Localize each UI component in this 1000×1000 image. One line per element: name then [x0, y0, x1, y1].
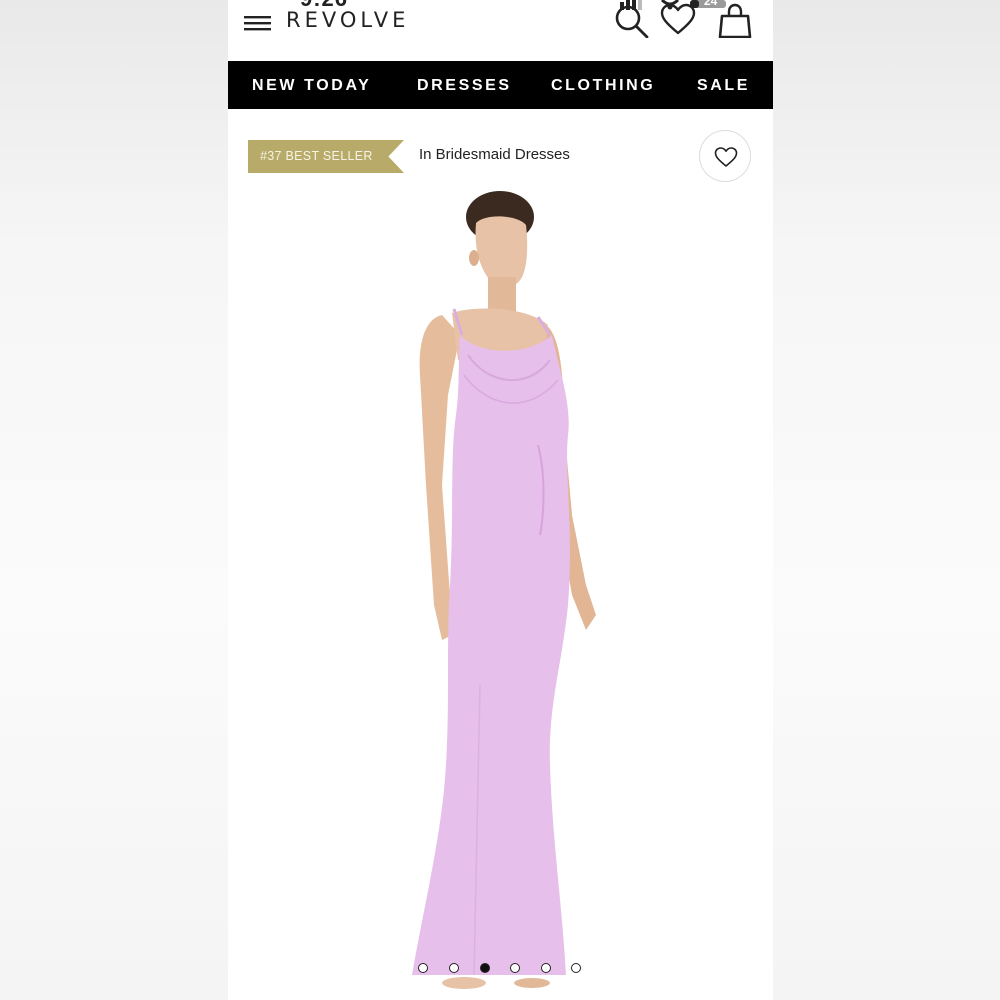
- shopping-bag-icon[interactable]: [718, 2, 752, 38]
- nav-item-new-today[interactable]: NEW TODAY: [252, 61, 371, 109]
- product-image[interactable]: [228, 185, 773, 1000]
- category-nav: NEW TODAY DRESSES CLOTHING SALE: [228, 61, 773, 109]
- best-seller-category[interactable]: In Bridesmaid Dresses: [419, 146, 570, 163]
- carousel-dot[interactable]: [510, 963, 520, 973]
- carousel-dot-active[interactable]: [480, 963, 490, 973]
- carousel-dot[interactable]: [571, 963, 581, 973]
- heart-icon: [714, 147, 738, 167]
- best-seller-badge: #37 BEST SELLER: [248, 140, 404, 173]
- carousel-dot[interactable]: [449, 963, 459, 973]
- nav-item-dresses[interactable]: DRESSES: [417, 61, 512, 109]
- menu-icon[interactable]: [244, 14, 272, 32]
- add-to-wishlist-button[interactable]: [699, 130, 751, 182]
- heart-icon[interactable]: [660, 2, 696, 36]
- nav-item-sale[interactable]: SALE: [697, 61, 750, 109]
- search-icon[interactable]: [614, 2, 650, 38]
- nav-item-clothing[interactable]: CLOTHING: [551, 61, 655, 109]
- carousel-dot[interactable]: [541, 963, 551, 973]
- carousel-dot[interactable]: [418, 963, 428, 973]
- revolve-logo[interactable]: REVOLVE: [286, 8, 409, 32]
- image-carousel-dots: [418, 963, 588, 977]
- app-header: REVOLVE: [228, 0, 773, 60]
- phone-screen: 9:26 24 REVOLVE NEW: [228, 0, 773, 1000]
